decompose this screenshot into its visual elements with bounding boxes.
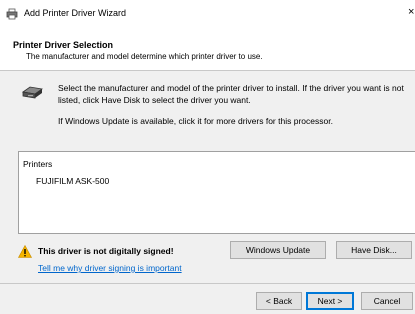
cancel-button[interactable]: Cancel [361,292,413,310]
warning-icon [18,245,32,258]
windows-update-hint: If Windows Update is available, click it… [58,116,333,126]
driver-signing-link[interactable]: Tell me why driver signing is important [38,263,182,273]
page-subtitle: The manufacturer and model determine whi… [26,52,263,61]
printers-list[interactable]: Printers FUJIFILM ASK-500 [18,151,415,234]
title-bar: Add Printer Driver Wizard × [0,0,415,28]
close-icon[interactable]: × [408,6,414,18]
have-disk-button[interactable]: Have Disk... [336,241,412,259]
next-button[interactable]: Next > [306,292,354,310]
printer-icon [21,86,44,99]
page-title: Printer Driver Selection [13,40,114,50]
unsigned-warning-text: This driver is not digitally signed! [38,246,174,256]
printer-icon [6,8,18,20]
window-title: Add Printer Driver Wizard [24,8,127,18]
back-button[interactable]: < Back [256,292,302,310]
printers-column-header: Printers [23,159,53,169]
wizard-header: Printer Driver Selection The manufacture… [0,28,415,71]
list-item[interactable]: FUJIFILM ASK-500 [36,176,109,186]
instructions-text: Select the manufacturer and model of the… [58,83,404,105]
windows-update-button[interactable]: Windows Update [230,241,326,259]
divider [0,283,415,284]
